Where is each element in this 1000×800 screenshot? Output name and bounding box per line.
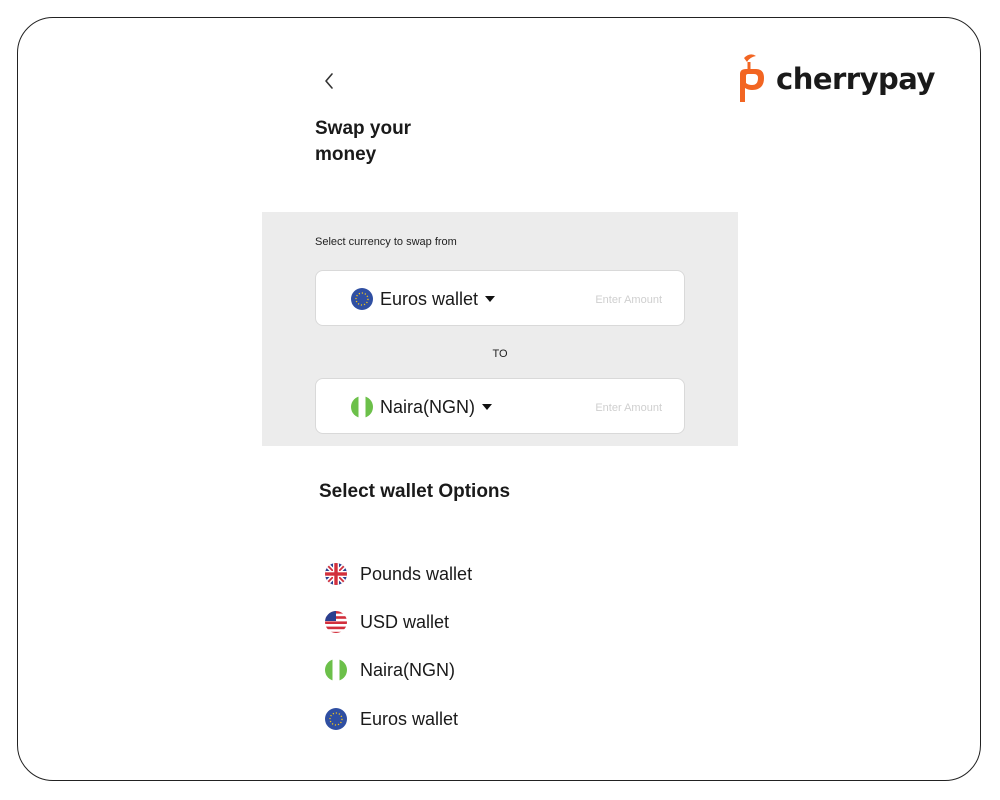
to-currency-name: Naira(NGN) (380, 396, 476, 417)
caret-down-icon (485, 296, 496, 302)
nigeria-flag-icon (351, 396, 373, 418)
eu-flag-icon (325, 708, 347, 730)
wallet-options-title: Select wallet Options (319, 481, 511, 502)
cherrypay-logo: cherrypay (736, 52, 935, 106)
swap-from-label: Select currency to swap from (315, 236, 457, 248)
to-label: TO (492, 348, 508, 360)
back-button[interactable] (318, 68, 340, 94)
wallet-option-label: Naira(NGN) (360, 659, 456, 680)
chevron-left-icon (325, 73, 333, 89)
to-currency-select[interactable]: Naira(NGN) (350, 379, 493, 435)
from-currency-box: Euros wallet (315, 270, 685, 326)
wallet-option-naira[interactable]: Naira(NGN) (324, 658, 455, 682)
uk-flag-icon (325, 563, 347, 585)
caret-down-icon (482, 404, 493, 410)
cherry-icon (740, 54, 764, 102)
from-currency-name: Euros wallet (380, 288, 479, 309)
eu-flag-icon (351, 288, 373, 310)
wallet-option-label: USD wallet (360, 611, 450, 632)
page-title: Swap your money (315, 118, 412, 165)
swap-panel: Select currency to swap from Euros walle… (262, 212, 738, 446)
wallet-option-label: Pounds wallet (360, 563, 473, 584)
brand-name: cherrypay (776, 62, 935, 96)
from-amount-input[interactable] (550, 287, 664, 313)
wallet-option-pounds[interactable]: Pounds wallet (324, 562, 472, 586)
nigeria-flag-icon (325, 659, 347, 681)
from-currency-select[interactable]: Euros wallet (350, 271, 496, 327)
wallet-option-label: Euros wallet (360, 708, 459, 729)
wallet-option-usd[interactable]: USD wallet (324, 610, 449, 634)
to-currency-box: Naira(NGN) (315, 378, 685, 434)
us-flag-icon (325, 611, 347, 633)
wallet-option-euros[interactable]: Euros wallet (324, 707, 458, 731)
to-amount-input[interactable] (550, 395, 664, 421)
